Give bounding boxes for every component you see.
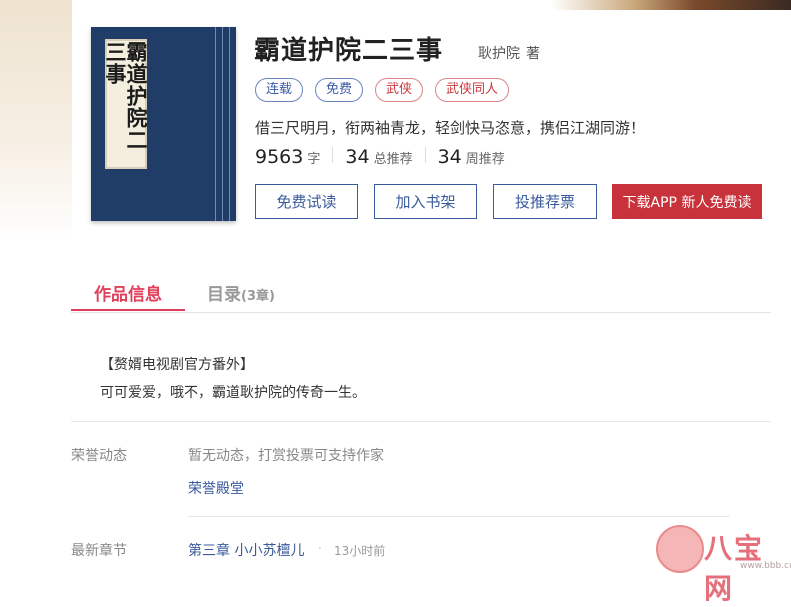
total-recommend-count: 34 — [345, 146, 370, 168]
tab-table-of-contents[interactable]: 目录(3章) — [207, 280, 275, 305]
tab-toc-count: (3章) — [241, 289, 275, 304]
tab-toc-label: 目录 — [207, 285, 241, 305]
add-to-shelf-button[interactable]: 加入书架 — [374, 184, 477, 219]
tag-free[interactable]: 免费 — [315, 78, 364, 102]
tab-book-info[interactable]: 作品信息 — [71, 266, 185, 311]
intro-line: 可可爱爱，哦不，霸道耿护院的传奇一生。 — [100, 385, 366, 401]
honor-hall-link[interactable]: 荣誉殿堂 — [188, 478, 244, 498]
free-read-button[interactable]: 免费试读 — [255, 184, 358, 219]
site-watermark: 八宝网 www.bbb.com — [656, 523, 791, 605]
book-stats: 9563 字 34 总推荐 34 周推荐 — [255, 146, 505, 168]
intro-line: 【赘婿电视剧官方番外】 — [100, 357, 254, 373]
tag-serial[interactable]: 连载 — [255, 78, 304, 102]
watermark-url: www.bbb.com — [740, 561, 791, 571]
recommend-vote-button[interactable]: 投推荐票 — [493, 184, 597, 219]
word-count-unit: 字 — [307, 152, 321, 167]
honor-label: 荣誉动态 — [71, 448, 127, 464]
cover-binding-line — [222, 27, 223, 221]
stats-divider — [424, 147, 426, 163]
section-divider — [71, 421, 771, 422]
honor-text: 暂无动态，打赏投票可支持作家 — [188, 448, 384, 464]
section-divider — [188, 516, 730, 517]
cover-title-label: 霸道护院二三事 — [103, 39, 149, 169]
author-suffix: 著 — [526, 46, 540, 62]
author-name[interactable]: 耿护院 — [478, 46, 520, 62]
tag-wuxia-fanfic[interactable]: 武侠同人 — [435, 78, 510, 102]
header-background-art — [0, 0, 72, 240]
cover-binding-line — [229, 27, 230, 221]
book-title: 霸道护院二三事 — [254, 36, 444, 66]
cover-binding-line — [215, 27, 216, 221]
week-recommend-label: 周推荐 — [465, 152, 505, 167]
baby-face-icon — [656, 525, 704, 573]
stats-divider — [332, 147, 334, 163]
latest-chapter-link[interactable]: 第三章 小小苏檀儿 — [188, 540, 304, 560]
week-recommend-count: 34 — [437, 146, 462, 168]
total-recommend-label: 总推荐 — [373, 152, 413, 167]
word-count: 9563 — [255, 146, 304, 168]
download-app-button[interactable]: 下载APP 新人免费读 — [612, 184, 762, 219]
content-tabs: 作品信息 目录(3章) — [71, 266, 771, 313]
latest-chapter-time: 13小时前 — [334, 544, 386, 558]
cover-title-text: 霸道护院二三事 — [103, 41, 149, 151]
book-description: 借三尺明月，衔两袖青龙，轻剑快马恣意，携侣江湖同游！ — [255, 119, 646, 137]
book-intro: 【赘婿电视剧官方番外】 可可爱爱，哦不，霸道耿护院的传奇一生。 — [100, 351, 366, 407]
book-author[interactable]: 耿护院著 — [478, 43, 540, 63]
latest-separator: · — [318, 541, 322, 555]
book-tags: 连载 免费 武侠 武侠同人 — [255, 78, 510, 102]
book-cover[interactable]: 霸道护院二三事 — [91, 27, 236, 221]
latest-chapter-label: 最新章节 — [71, 543, 127, 559]
tag-wuxia[interactable]: 武侠 — [375, 78, 424, 102]
